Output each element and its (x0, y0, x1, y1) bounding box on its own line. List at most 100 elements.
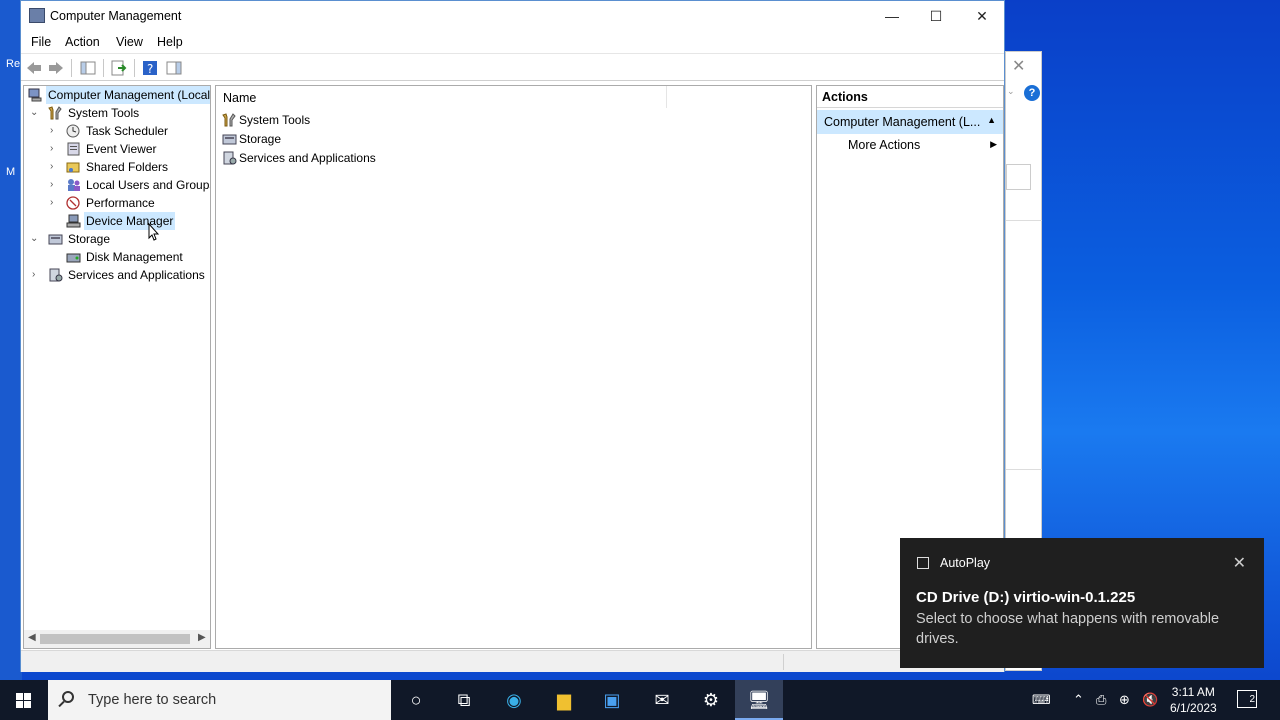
show-hide-console-tree-icon[interactable] (79, 59, 97, 77)
close-icon[interactable]: ✕ (1233, 553, 1246, 573)
tree-item-label: Local Users and Groups (86, 178, 211, 192)
maximize-button[interactable]: ☐ (913, 1, 959, 31)
scrollbar-thumb[interactable] (40, 634, 190, 644)
show-hidden-icons-icon[interactable]: ⌃ (1073, 680, 1084, 720)
results-pane: Name System Tools Storage Services and A… (215, 85, 812, 649)
taskbar: Type here to search ○ ⧉ ◉ ▆ ▣ ✉ ⚙ 🖥 ⌨ ⌃ … (0, 680, 1280, 720)
dialog-field[interactable] (1006, 164, 1031, 190)
input-indicator-icon[interactable]: ⌨ (1032, 680, 1051, 720)
help-icon[interactable]: ? (141, 59, 159, 77)
tree-item-label: Task Scheduler (86, 124, 169, 138)
windows-logo-icon (16, 701, 23, 708)
computer-management-icon (28, 88, 42, 102)
close-icon[interactable]: ✕ (1012, 56, 1025, 76)
chevron-right-icon[interactable]: › (50, 194, 60, 212)
desktop-background-strip: Re M (0, 0, 22, 680)
toast-title: CD Drive (D:) virtio-win-0.1.225 (916, 589, 1136, 606)
storage-icon (222, 134, 237, 145)
export-list-icon[interactable] (110, 59, 128, 77)
menu-file[interactable]: File (31, 35, 51, 49)
tree-item-label: Performance (86, 196, 155, 210)
volume-muted-icon[interactable]: 🔇 (1142, 680, 1158, 720)
chevron-down-icon[interactable]: ⌄ (30, 104, 40, 122)
more-actions-item[interactable]: More Actions (848, 138, 920, 152)
chevron-down-icon[interactable]: ⌄ (1007, 86, 1015, 97)
chevron-right-icon[interactable]: › (50, 158, 60, 176)
chevron-right-icon[interactable]: › (50, 122, 60, 140)
list-item-label: Services and Applications (239, 151, 376, 165)
collapse-up-icon[interactable]: ▲ (987, 115, 996, 125)
search-icon (62, 691, 74, 703)
autoplay-notification[interactable]: AutoPlay ✕ CD Drive (D:) virtio-win-0.1.… (900, 538, 1264, 668)
actions-group-label: Computer Management (L... (824, 115, 981, 129)
file-explorer-icon[interactable]: ▆ (540, 680, 588, 720)
toolbar-separator (134, 59, 135, 77)
computer-management-icon (29, 8, 45, 23)
horizontal-scrollbar[interactable]: ◀ ▶ (24, 630, 210, 648)
device-manager-icon (66, 214, 81, 228)
toast-body: Select to choose what happens with remov… (916, 611, 1220, 647)
search-placeholder: Type here to search (88, 692, 217, 708)
chevron-right-icon[interactable]: › (50, 176, 60, 194)
device-icon[interactable]: ⎙ (1096, 680, 1106, 720)
menu-view[interactable]: View (116, 35, 143, 49)
start-button[interactable] (0, 680, 48, 720)
chevron-right-icon[interactable]: › (32, 266, 42, 284)
tree-item-label: Disk Management (86, 250, 183, 264)
column-divider[interactable] (666, 86, 667, 108)
scroll-right-icon[interactable]: ▶ (198, 632, 206, 643)
actions-header: Actions (817, 86, 1003, 108)
submenu-arrow-icon: ▶ (990, 139, 997, 149)
tree-item-label: Event Viewer (86, 142, 157, 156)
dialog-panel (1006, 220, 1042, 470)
system-tools-icon (48, 106, 62, 120)
tree-item-label: Services and Applications (68, 268, 205, 282)
windows-logo-icon (24, 701, 31, 708)
show-hide-action-pane-icon[interactable] (165, 59, 183, 77)
computer-management-taskbar-icon[interactable]: 🖥 (735, 680, 783, 720)
tree-item-label: Storage (68, 232, 111, 246)
back-icon[interactable] (25, 59, 43, 77)
desktop-icon-label[interactable]: Re (6, 58, 20, 70)
taskbar-clock[interactable]: 3:11 AM 6/1/2023 (1170, 684, 1217, 716)
event-viewer-icon (67, 142, 80, 156)
column-header-name[interactable]: Name (223, 91, 256, 105)
tree-item-label: Shared Folders (86, 160, 169, 174)
minimize-button[interactable]: — (869, 1, 915, 31)
column-header: Name (216, 86, 811, 110)
desktop-icon-label[interactable]: M (6, 166, 15, 178)
settings-gear-icon[interactable]: ⚙ (687, 680, 735, 720)
autoplay-icon (917, 557, 929, 569)
toast-app-name: AutoPlay (940, 556, 991, 570)
clock-time: 3:11 AM (1171, 685, 1215, 699)
storage-icon (48, 234, 63, 245)
services-icon (223, 151, 237, 165)
mouse-cursor-icon (148, 223, 160, 241)
cortana-icon[interactable]: ○ (392, 680, 440, 720)
task-view-icon[interactable]: ⧉ (440, 680, 488, 720)
actions-group-computer-management[interactable]: Computer Management (L... ▲ (817, 110, 1003, 134)
console-tree-pane: Computer Management (Local ⌄ System Tool… (23, 85, 211, 649)
edge-icon[interactable]: ◉ (490, 680, 538, 720)
users-icon (68, 179, 80, 191)
close-button[interactable]: ✕ (959, 1, 1005, 31)
tree-item-label: Device Manager (84, 212, 176, 230)
toolbar-separator (71, 59, 72, 77)
menu-help[interactable]: Help (157, 35, 183, 49)
status-bar (21, 650, 1004, 672)
menu-action[interactable]: Action (65, 35, 100, 49)
scroll-left-icon[interactable]: ◀ (28, 632, 36, 643)
notification-center-icon[interactable]: 2 (1237, 690, 1257, 708)
help-icon[interactable]: ? (1024, 85, 1040, 101)
window-title: Computer Management (50, 9, 182, 23)
title-bar[interactable]: Computer Management — ☐ ✕ (21, 1, 1004, 31)
mail-icon[interactable]: ✉ (638, 680, 686, 720)
store-icon[interactable]: ▣ (588, 680, 636, 720)
tree-item-label: Computer Management (Local (46, 86, 211, 104)
taskbar-search-box[interactable]: Type here to search (48, 680, 391, 720)
chevron-right-icon[interactable]: › (50, 140, 60, 158)
chevron-down-icon[interactable]: ⌄ (30, 230, 40, 248)
network-icon[interactable]: ⊕ (1119, 680, 1130, 720)
forward-icon[interactable] (47, 59, 65, 77)
computer-management-window: Computer Management — ☐ ✕ File Action Vi… (20, 0, 1005, 672)
